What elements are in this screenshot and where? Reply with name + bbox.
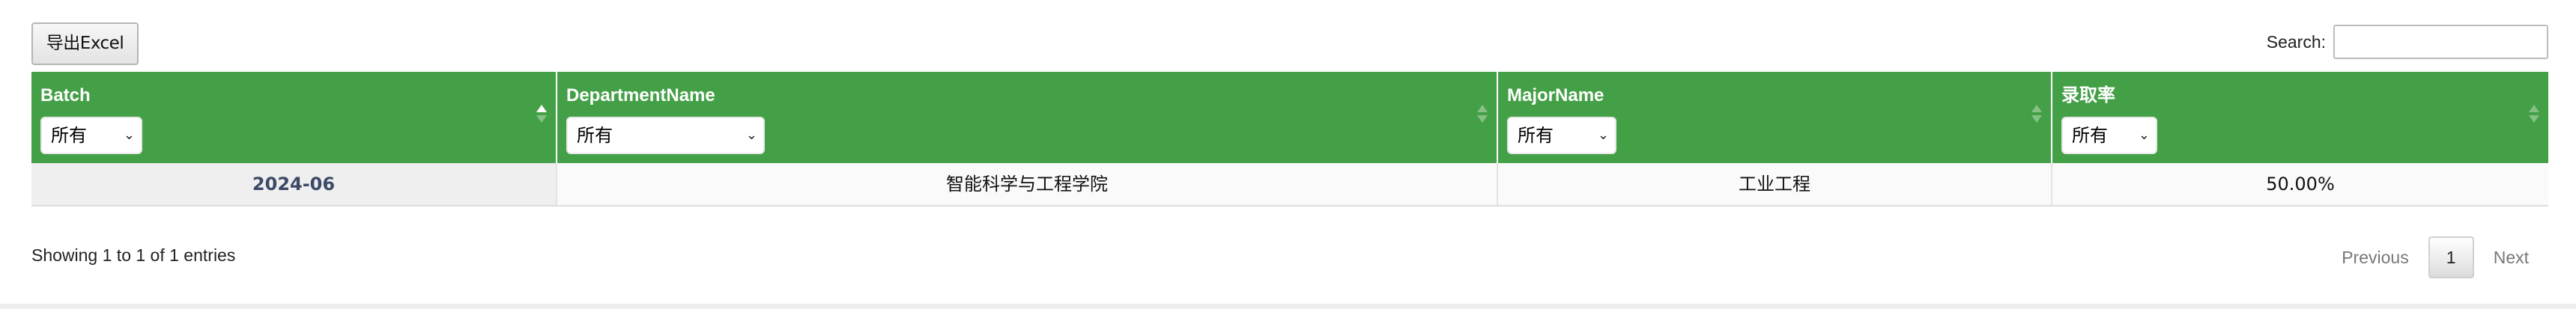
table-info: Showing 1 to 1 of 1 entries	[31, 245, 236, 265]
sort-asc-icon	[536, 105, 547, 126]
cell-department: 智能科学与工程学院	[557, 163, 1498, 206]
sort-arrows-icon	[2031, 105, 2042, 126]
cell-admission-rate: 50.00%	[2052, 163, 2548, 206]
chevron-down-icon: ⌄	[2138, 127, 2150, 143]
chevron-down-icon: ⌄	[745, 127, 757, 143]
column-header-admission-rate[interactable]: 录取率 所有 ⌄	[2052, 72, 2548, 163]
export-excel-button[interactable]: 导出Excel	[31, 22, 139, 65]
sort-arrows-icon	[2529, 105, 2539, 126]
department-filter-select[interactable]: 所有 ⌄	[566, 117, 765, 154]
page: 导出Excel Search: Batch 所有 ⌄ DepartmentNam…	[0, 0, 2576, 309]
major-filter-select[interactable]: 所有 ⌄	[1507, 117, 1616, 154]
column-label: MajorName	[1507, 85, 1604, 105]
chevron-down-icon: ⌄	[1597, 127, 1609, 143]
cell-major: 工业工程	[1498, 163, 2052, 206]
search-label: Search:	[2266, 31, 2326, 52]
data-table: Batch 所有 ⌄ DepartmentName 所有 ⌄ MajorName…	[31, 72, 2548, 206]
toolbar: 导出Excel Search:	[31, 22, 2548, 66]
admission-rate-filter-select[interactable]: 所有 ⌄	[2061, 117, 2157, 154]
filter-value: 所有	[577, 125, 613, 146]
search-box: Search:	[2267, 22, 2548, 61]
table-body: 2024-06 智能科学与工程学院 工业工程 50.00%	[31, 163, 2548, 206]
previous-page-button[interactable]: Previous	[2322, 236, 2428, 278]
batch-filter-select[interactable]: 所有 ⌄	[40, 117, 142, 154]
sort-arrows-icon	[1477, 105, 1488, 126]
filter-value: 所有	[2072, 125, 2108, 146]
cell-batch: 2024-06	[31, 163, 557, 206]
column-header-department[interactable]: DepartmentName 所有 ⌄	[557, 72, 1498, 163]
table-header: Batch 所有 ⌄ DepartmentName 所有 ⌄ MajorName…	[31, 72, 2548, 163]
pagination: Previous 1 Next	[2322, 236, 2548, 278]
filter-value: 所有	[1518, 125, 1554, 146]
page-1-button[interactable]: 1	[2428, 236, 2474, 278]
column-label: Batch	[40, 85, 91, 105]
column-label: 录取率	[2061, 85, 2115, 105]
filter-value: 所有	[51, 125, 87, 146]
table-row: 2024-06 智能科学与工程学院 工业工程 50.00%	[31, 163, 2548, 206]
column-header-batch[interactable]: Batch 所有 ⌄	[31, 72, 557, 163]
bottom-divider	[0, 304, 2576, 309]
chevron-down-icon: ⌄	[123, 127, 135, 143]
column-header-major[interactable]: MajorName 所有 ⌄	[1498, 72, 2052, 163]
column-label: DepartmentName	[566, 85, 715, 105]
next-page-button[interactable]: Next	[2474, 236, 2548, 278]
search-input[interactable]	[2333, 25, 2548, 59]
